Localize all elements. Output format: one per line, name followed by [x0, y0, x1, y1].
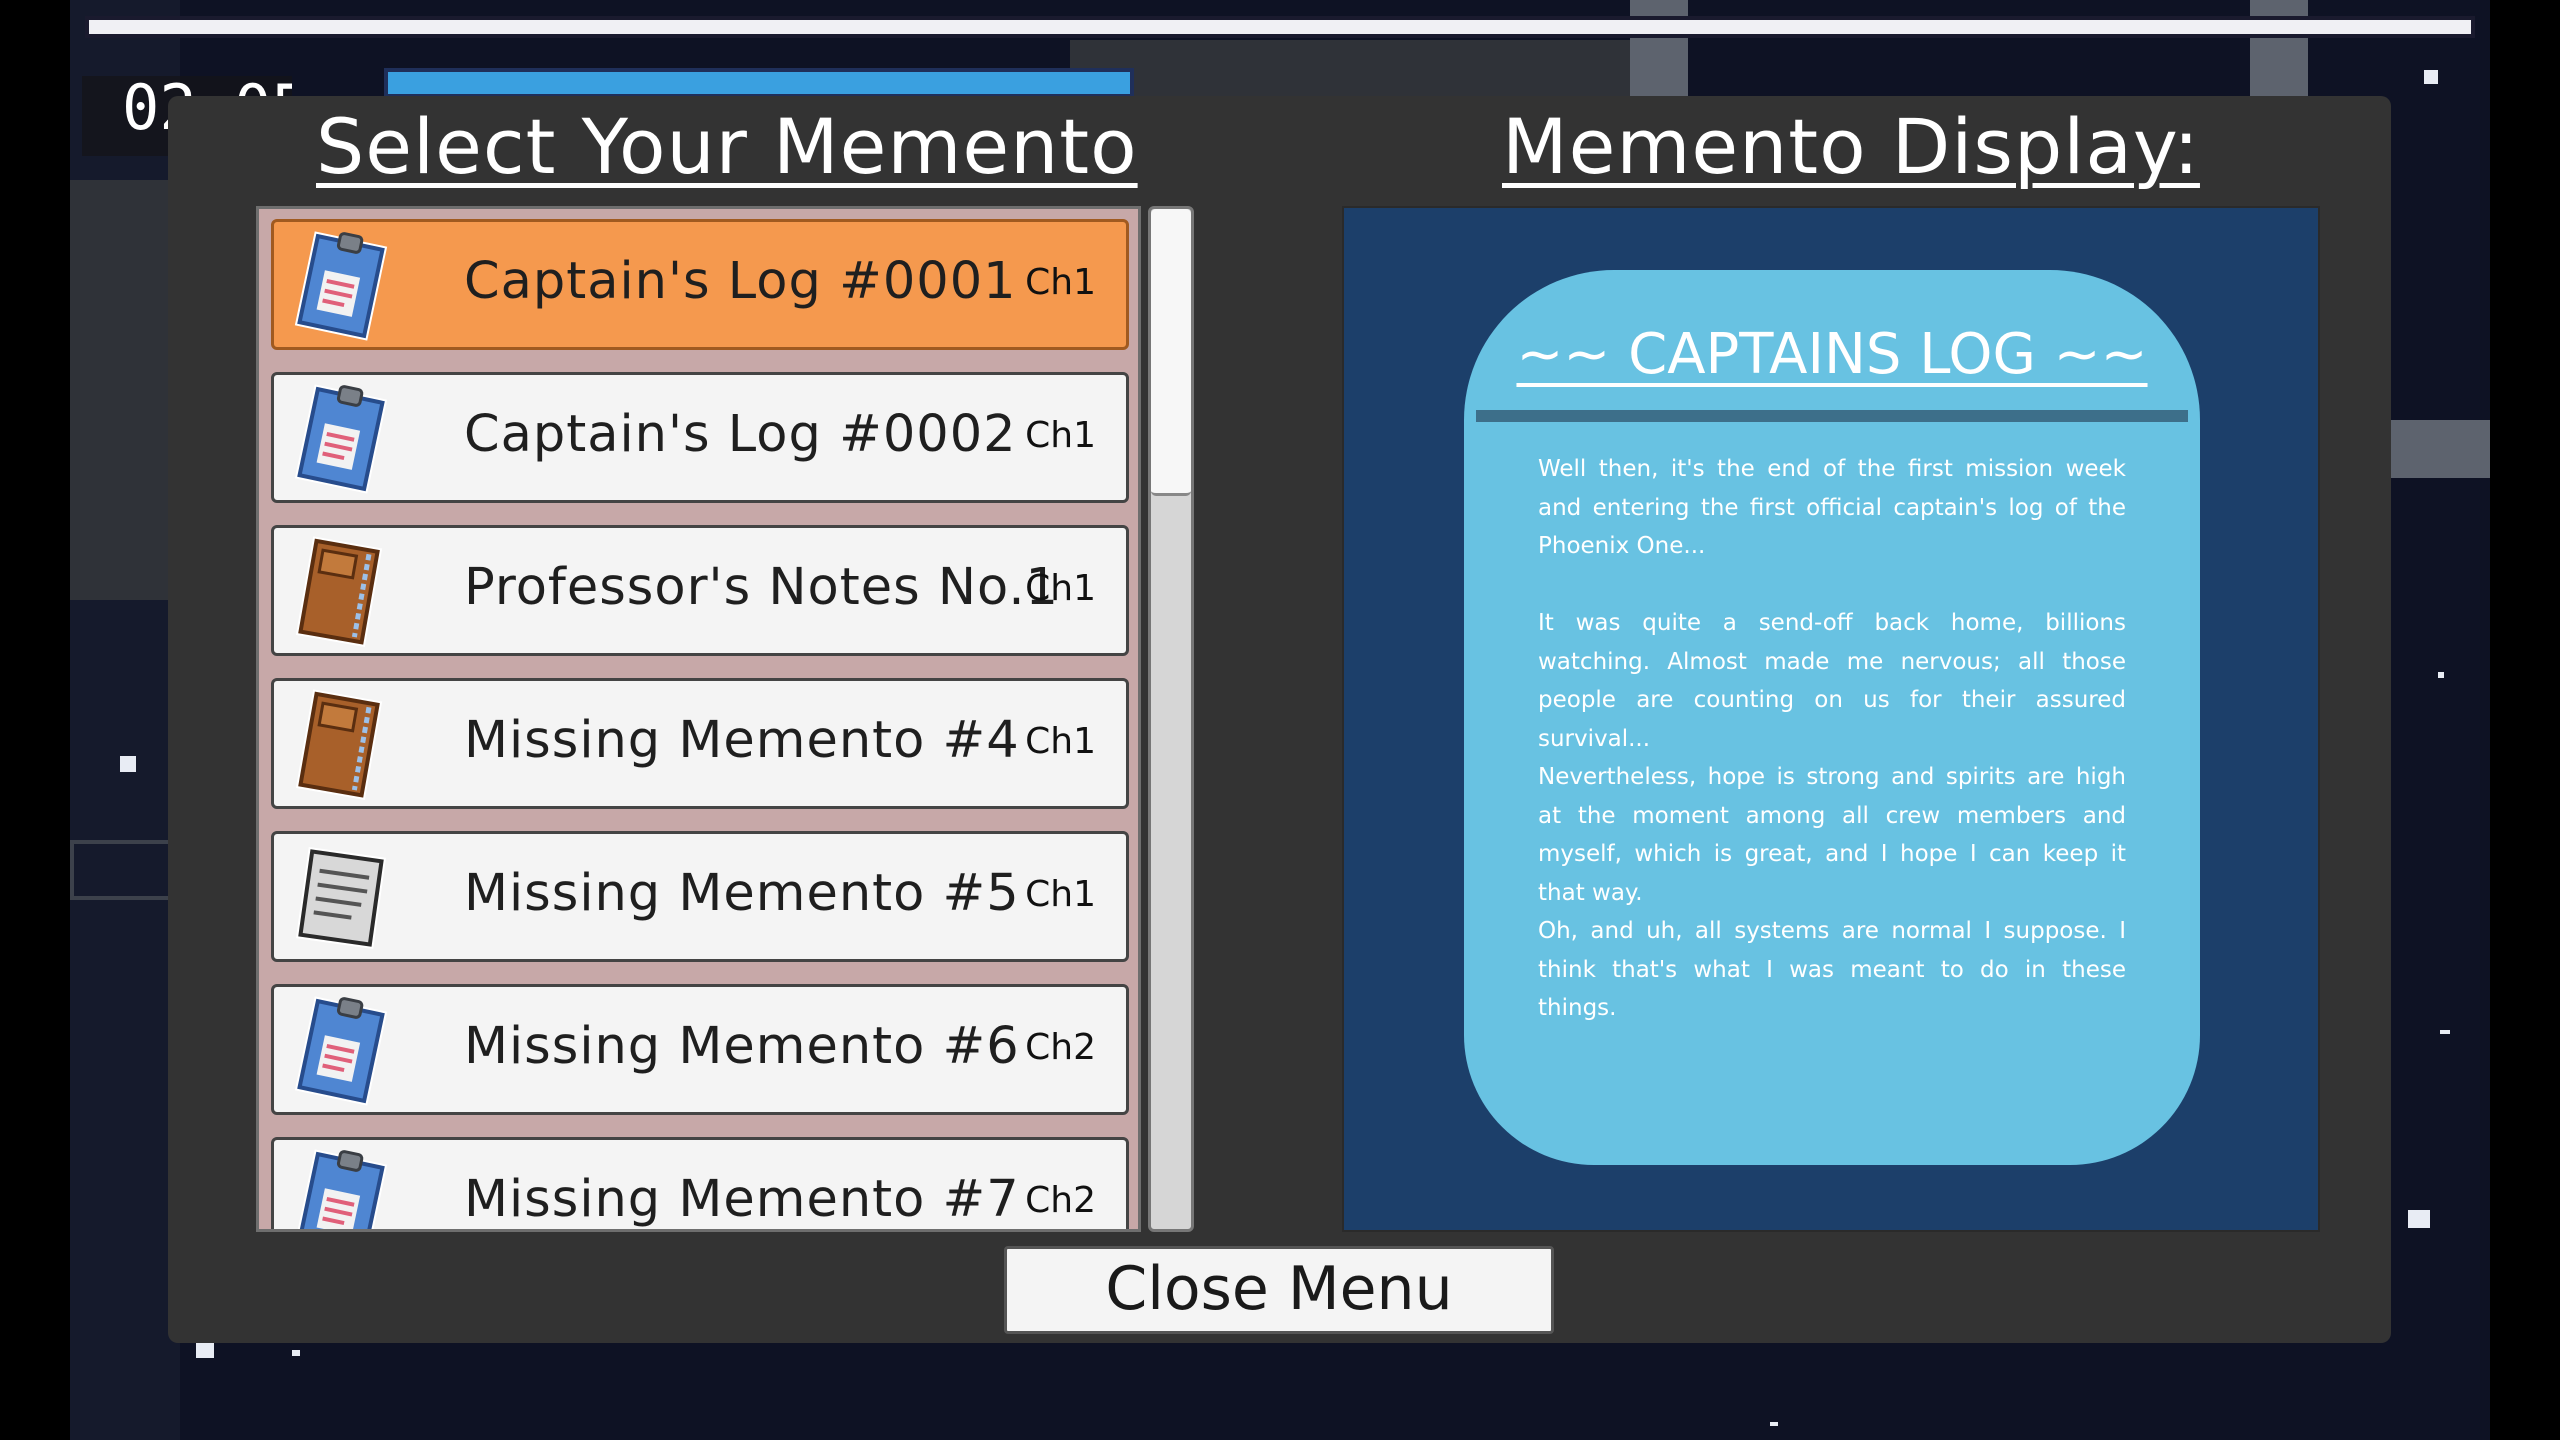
star [2440, 1030, 2450, 1034]
star [1770, 1422, 1778, 1426]
memento-label: Professor's Notes No.1 [464, 558, 1059, 617]
select-memento-title: Select Your Memento [316, 102, 1138, 191]
memento-chapter: Ch2 [1025, 1027, 1096, 1068]
memento-row[interactable]: Missing Memento #4 Ch1 [271, 678, 1129, 809]
log-paragraph: Nevertheless, hope is strong and spirits… [1538, 764, 2126, 906]
blue-clipboard-icon [282, 993, 400, 1109]
memento-label: Captain's Log #0002 [464, 405, 1017, 464]
memento-chapter: Ch2 [1025, 1180, 1096, 1221]
log-paragraph: Oh, and uh, all systems are normal I sup… [1538, 918, 2126, 1021]
memento-chapter: Ch1 [1025, 415, 1096, 456]
memento-row[interactable]: Missing Memento #7 Ch2 [271, 1137, 1129, 1229]
memento-chapter: Ch1 [1025, 874, 1096, 915]
brown-journal-icon [282, 687, 400, 803]
log-paragraph: Well then, it's the end of the first mis… [1538, 456, 2126, 559]
memento-label: Missing Memento #6 [464, 1017, 1020, 1076]
memento-chapter: Ch1 [1025, 568, 1096, 609]
star [2438, 672, 2444, 678]
hull-panel-left [70, 180, 170, 600]
station-window-strip [384, 68, 1134, 98]
star [120, 756, 136, 772]
star [292, 1350, 300, 1356]
pillar-far-right [2250, 0, 2308, 100]
memento-row[interactable]: Professor's Notes No.1 Ch1 [271, 525, 1129, 656]
memento-label: Missing Memento #4 [464, 711, 1020, 770]
top-progress-bar [85, 16, 2475, 38]
memento-display-area: ~~ CAPTAINS LOG ~~ Well then, it's the e… [1342, 206, 2320, 1232]
memento-row[interactable]: Captain's Log #0001 Ch1 [271, 219, 1129, 350]
log-card: ~~ CAPTAINS LOG ~~ Well then, it's the e… [1464, 270, 2200, 1165]
hull-top [1070, 40, 1630, 100]
truss-left [70, 840, 178, 900]
log-paragraph: It was quite a send-off back home, billi… [1538, 610, 2126, 752]
memento-list[interactable]: Captain's Log #0001 Ch1 Captain's Log #000… [256, 206, 1141, 1232]
star [196, 1342, 214, 1358]
brown-journal-icon [282, 534, 400, 650]
memento-row[interactable]: Missing Memento #6 Ch2 [271, 984, 1129, 1115]
memento-list-items: Captain's Log #0001 Ch1 Captain's Log #000… [271, 219, 1133, 1229]
blue-clipboard-icon [282, 381, 400, 497]
memento-label: Missing Memento #7 [464, 1170, 1020, 1229]
memento-row[interactable]: Captain's Log #0002 Ch1 [271, 372, 1129, 503]
star [2408, 1210, 2430, 1228]
memento-row[interactable]: Missing Memento #5 Ch1 [271, 831, 1129, 962]
log-divider [1476, 410, 2188, 422]
memento-display-title: Memento Display: [1502, 102, 2200, 191]
close-menu-button[interactable]: Close Menu [1004, 1246, 1554, 1334]
memento-menu-panel: Select Your Memento Memento Display: Cap… [168, 96, 2391, 1343]
blue-clipboard-icon [282, 228, 400, 344]
memento-chapter: Ch1 [1025, 262, 1096, 303]
memento-label: Missing Memento #5 [464, 864, 1020, 923]
pillar-right [1630, 0, 1688, 100]
memento-label: Captain's Log #0001 [464, 252, 1017, 311]
grey-paper-icon [282, 840, 400, 956]
blue-clipboard-icon [282, 1146, 400, 1229]
log-heading: ~~ CAPTAINS LOG ~~ [1516, 322, 2148, 387]
star [2424, 70, 2438, 84]
memento-list-scrollbar[interactable] [1148, 206, 1194, 1232]
scrollbar-thumb[interactable] [1151, 209, 1191, 496]
pipe-right [2390, 420, 2490, 478]
memento-chapter: Ch1 [1025, 721, 1096, 762]
